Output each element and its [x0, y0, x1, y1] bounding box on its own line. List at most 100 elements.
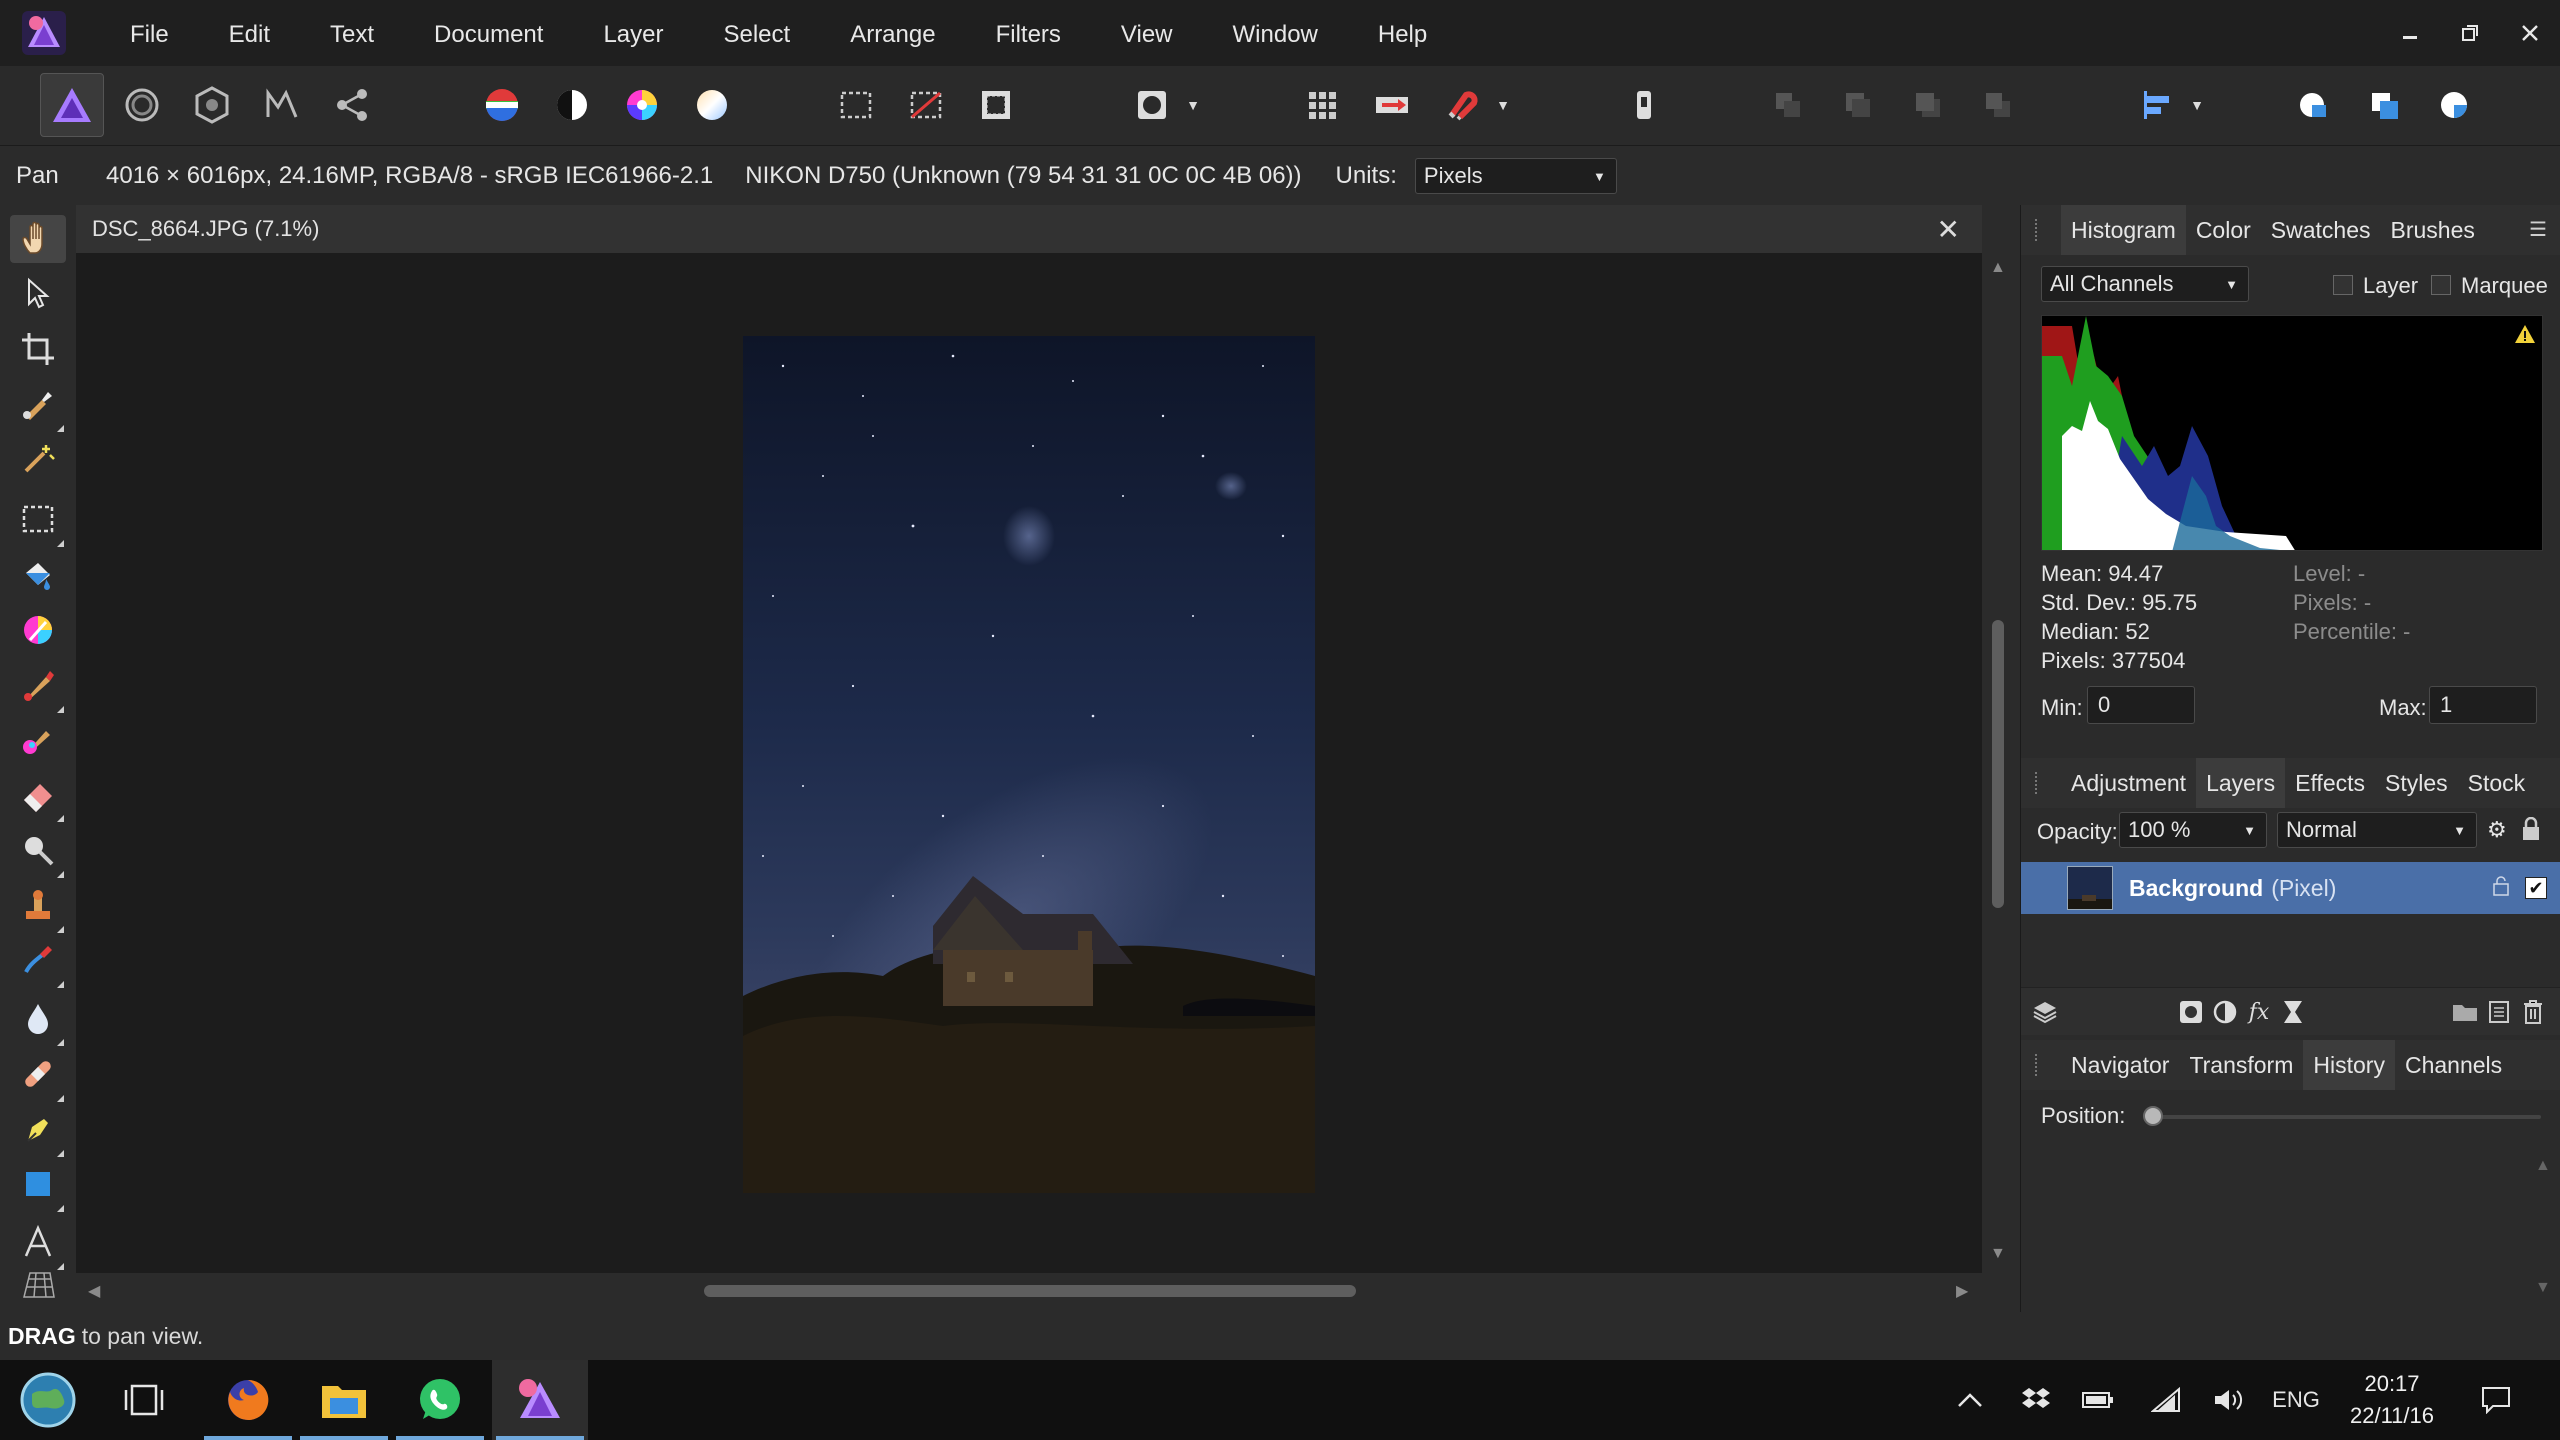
tab-navigator[interactable]: Navigator	[2061, 1040, 2179, 1090]
close-window-button[interactable]	[2500, 0, 2560, 66]
minimize-button[interactable]	[2380, 0, 2440, 66]
action-center-notification-icon[interactable]	[2470, 1360, 2522, 1440]
menu-arrange[interactable]: Arrange	[820, 0, 965, 66]
min-input[interactable]: 0	[2087, 686, 2195, 724]
show-hidden-icons-chevron-up-icon[interactable]	[1950, 1360, 1990, 1440]
view-tool-hand-icon[interactable]	[10, 215, 66, 263]
menu-window[interactable]: Window	[1203, 0, 1348, 66]
opacity-dropdown[interactable]: 100 % ▼	[2119, 812, 2267, 848]
crop-tool-icon[interactable]	[14, 325, 62, 373]
tab-histogram[interactable]: Histogram	[2061, 205, 2186, 255]
quick-mask-icon[interactable]	[1120, 73, 1184, 137]
vertical-scroll-thumb[interactable]	[1992, 620, 2004, 908]
export-persona-button[interactable]	[320, 73, 384, 137]
tab-history[interactable]: History	[2303, 1040, 2395, 1090]
max-input[interactable]: 1	[2429, 686, 2537, 724]
file-explorer-icon[interactable]	[296, 1360, 392, 1440]
paint-brush-tool-icon[interactable]	[14, 661, 64, 713]
deselect-icon[interactable]	[894, 73, 958, 137]
force-pixel-alignment-icon[interactable]	[1360, 73, 1424, 137]
erase-brush-tool-icon[interactable]	[14, 770, 64, 822]
tab-swatches[interactable]: Swatches	[2261, 205, 2381, 255]
marquee-tool-icon[interactable]	[14, 495, 64, 547]
layer-lock-icon[interactable]	[2493, 875, 2509, 901]
add-pixel-layer-icon[interactable]	[2485, 998, 2513, 1026]
tab-color[interactable]: Color	[2186, 205, 2261, 255]
menu-edit[interactable]: Edit	[199, 0, 300, 66]
restore-button[interactable]	[2440, 0, 2500, 66]
tab-effects[interactable]: Effects	[2285, 758, 2375, 808]
selection-brush-tool-icon[interactable]	[14, 380, 64, 432]
history-position-knob[interactable]	[2143, 1106, 2163, 1126]
menu-help[interactable]: Help	[1348, 0, 1457, 66]
clock[interactable]: 20:17 22/11/16	[2332, 1368, 2452, 1432]
add-shape-icon[interactable]	[2282, 73, 2346, 137]
quick-mask-dropdown[interactable]: ▼	[1184, 73, 1202, 137]
scroll-down-icon[interactable]: ▼	[1990, 1245, 2006, 1263]
menu-text[interactable]: Text	[300, 0, 404, 66]
layer-visibility-checkbox[interactable]: ✔	[2525, 877, 2547, 899]
grid-icon[interactable]	[1290, 73, 1354, 137]
vertical-scrollbar[interactable]: ▲ ▼	[1982, 253, 2014, 1273]
liquify-persona-button[interactable]	[110, 73, 174, 137]
battery-icon[interactable]	[2076, 1360, 2120, 1440]
marquee-checkbox[interactable]	[2431, 275, 2451, 295]
smudge-brush-tool-icon[interactable]	[14, 936, 64, 988]
volume-icon[interactable]	[2206, 1360, 2250, 1440]
scroll-right-icon[interactable]: ▶	[1956, 1281, 1968, 1301]
history-scroll-up-icon[interactable]: ▲	[2535, 1157, 2551, 1175]
add-group-folder-icon[interactable]	[2451, 998, 2479, 1026]
firefox-icon[interactable]	[200, 1360, 296, 1440]
panel-menu-icon[interactable]: ☰	[2529, 217, 2547, 242]
tab-stock[interactable]: Stock	[2458, 758, 2536, 808]
tab-channels[interactable]: Channels	[2395, 1040, 2512, 1090]
auto-levels-icon[interactable]	[470, 73, 534, 137]
delete-layer-trash-icon[interactable]	[2519, 998, 2547, 1026]
mesh-warp-tool-icon[interactable]	[14, 1265, 62, 1305]
start-button-globe-icon[interactable]	[0, 1360, 96, 1440]
close-document-icon[interactable]: ✕	[1937, 213, 1960, 246]
panel-grip-icon[interactable]	[2035, 772, 2043, 794]
add-effects-fx-icon[interactable]: fx	[2245, 998, 2273, 1026]
move-to-back-icon[interactable]	[1756, 73, 1820, 137]
tab-adjustment[interactable]: Adjustment	[2061, 758, 2196, 808]
develop-persona-button[interactable]	[180, 73, 244, 137]
horizontal-scroll-thumb[interactable]	[704, 1285, 1356, 1297]
horizontal-scrollbar[interactable]: ◀ ▶	[76, 1273, 2014, 1309]
auto-contrast-icon[interactable]	[540, 73, 604, 137]
dropbox-icon[interactable]	[2014, 1360, 2058, 1440]
history-position-slider[interactable]	[2151, 1115, 2541, 1119]
tab-styles[interactable]: Styles	[2375, 758, 2458, 808]
assistant-icon[interactable]	[1612, 73, 1676, 137]
auto-white-balance-icon[interactable]	[680, 73, 744, 137]
channel-dropdown[interactable]: All Channels ▼	[2041, 266, 2249, 302]
menu-layer[interactable]: Layer	[573, 0, 693, 66]
layer-settings-gear-icon[interactable]: ⚙	[2487, 817, 2507, 843]
affinity-photo-taskbar-icon[interactable]	[492, 1360, 588, 1440]
align-dropdown[interactable]: ▼	[2188, 73, 2206, 137]
panel-grip-icon[interactable]	[2035, 219, 2043, 241]
flood-select-tool-icon[interactable]	[14, 435, 62, 483]
select-all-icon[interactable]	[824, 73, 888, 137]
scroll-up-icon[interactable]: ▲	[1990, 259, 2006, 277]
layers-stack-icon[interactable]	[2031, 998, 2059, 1026]
wifi-icon[interactable]	[2144, 1360, 2188, 1440]
dodge-brush-tool-icon[interactable]	[14, 826, 64, 878]
menu-select[interactable]: Select	[693, 0, 820, 66]
layer-row-background[interactable]: Background (Pixel) ✔	[2021, 862, 2560, 914]
tab-transform[interactable]: Transform	[2179, 1040, 2303, 1090]
menu-view[interactable]: View	[1091, 0, 1203, 66]
photo-persona-button[interactable]	[40, 73, 104, 137]
blur-brush-tool-icon[interactable]	[14, 994, 64, 1046]
snapping-dropdown[interactable]: ▼	[1494, 73, 1512, 137]
add-adjustment-icon[interactable]	[2211, 998, 2239, 1026]
add-live-filter-icon[interactable]	[2279, 998, 2307, 1026]
rectangle-tool-icon[interactable]	[14, 1160, 64, 1212]
intersect-shape-icon[interactable]	[2422, 73, 2486, 137]
snapping-magnet-icon[interactable]	[1430, 73, 1494, 137]
lock-icon[interactable]	[2521, 816, 2543, 843]
add-mask-icon[interactable]	[2177, 998, 2205, 1026]
blend-mode-dropdown[interactable]: Normal ▼	[2277, 812, 2477, 848]
menu-file[interactable]: File	[100, 0, 199, 66]
move-to-front-icon[interactable]	[1966, 73, 2030, 137]
